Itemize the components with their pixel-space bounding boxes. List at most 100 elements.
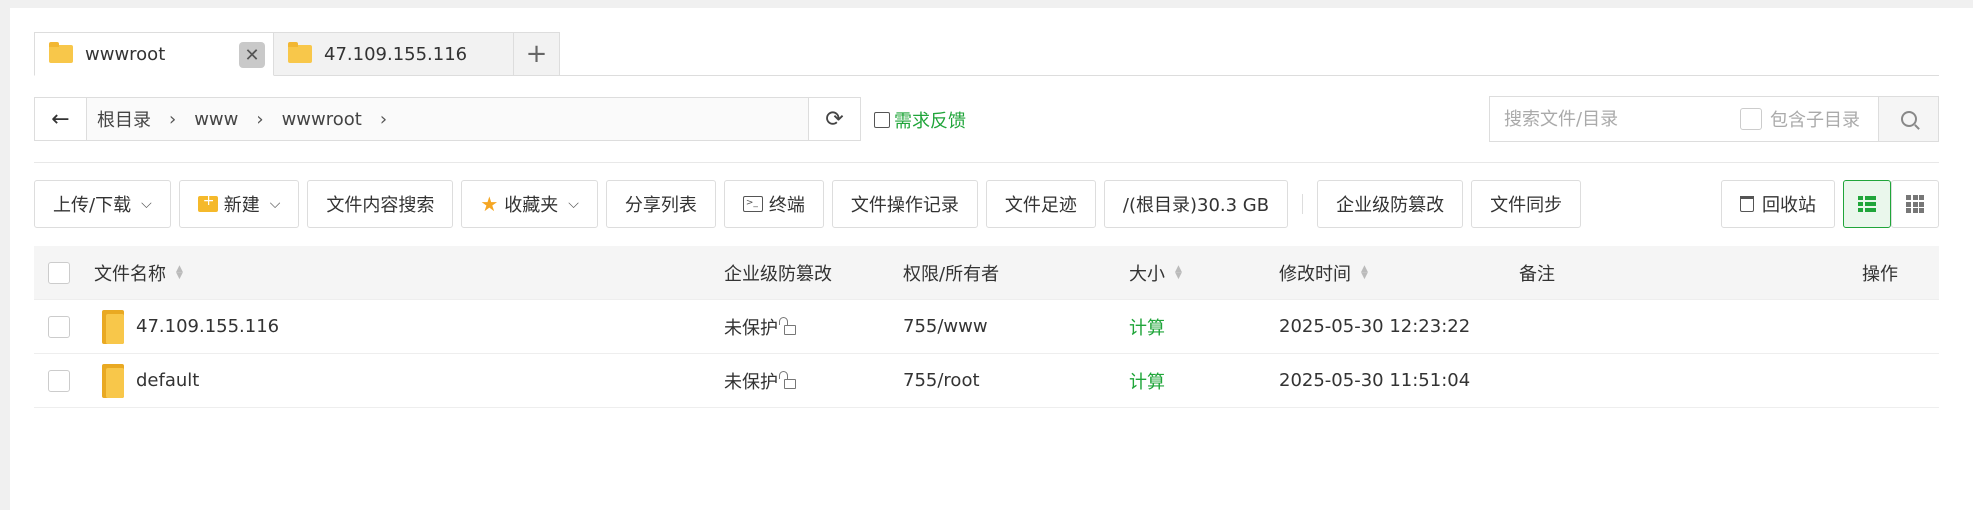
file-sync-button[interactable]: 文件同步 xyxy=(1471,180,1582,228)
feedback-label: 需求反馈 xyxy=(894,111,966,132)
tab-bar: wwwroot ✕ 47.109.155.116 + xyxy=(34,32,560,76)
grid-view-button[interactable] xyxy=(1891,180,1939,228)
chevron-down-icon: ⌵ xyxy=(141,196,152,212)
header-mtime[interactable]: 修改时间 ▲ ▼ xyxy=(1279,260,1368,286)
chevron-down-icon: ⌵ xyxy=(568,196,579,212)
breadcrumb[interactable]: 根目录 › www › wwwroot › xyxy=(87,98,808,140)
upload-download-button[interactable]: 上传/下载 ⌵ xyxy=(34,180,171,228)
include-subdir-toggle[interactable]: 包含子目录 xyxy=(1740,106,1860,132)
header-mtime-label: 修改时间 xyxy=(1279,263,1351,285)
permission-owner[interactable]: 755/www xyxy=(903,316,988,337)
disk-usage-button[interactable]: /(根目录)30.3 GB xyxy=(1103,180,1289,228)
search-button[interactable] xyxy=(1878,97,1938,141)
toolbar: 上传/下载 ⌵ 新建 ⌵ 文件内容搜索 ★ 收藏夹 ⌵ 分享列表 >_ 终端 文… xyxy=(34,180,1582,228)
star-icon: ★ xyxy=(480,192,499,216)
file-name-cell[interactable]: default xyxy=(94,363,199,398)
new-folder-icon xyxy=(197,193,218,212)
operation-log-button[interactable]: 文件操作记录 xyxy=(831,180,978,228)
refresh-button[interactable]: ⟳ xyxy=(808,98,860,140)
toolbar-separator xyxy=(1302,194,1304,214)
tab-label: 47.109.155.116 xyxy=(324,43,468,65)
folder-icon xyxy=(102,309,124,344)
breadcrumb-root[interactable]: 根目录 xyxy=(97,106,151,132)
tab-ip-folder[interactable]: 47.109.155.116 xyxy=(274,32,514,76)
content-search-button[interactable]: 文件内容搜索 xyxy=(307,180,454,228)
sort-icon[interactable]: ▲ ▼ xyxy=(1361,264,1368,280)
search-input[interactable] xyxy=(1490,97,1740,141)
tab-wwwroot[interactable]: wwwroot ✕ xyxy=(34,32,274,76)
recycle-label: 回收站 xyxy=(1762,195,1816,216)
header-size[interactable]: 大小 ▲ ▼ xyxy=(1129,260,1182,286)
include-subdir-checkbox[interactable] xyxy=(1740,108,1762,130)
table-header: 文件名称 ▲ ▼ 企业级防篡改 权限/所有者 大小 ▲ ▼ 修改时间 ▲ ▼ 备注 操… xyxy=(34,246,1939,300)
divider xyxy=(34,162,1939,163)
header-note: 备注 xyxy=(1519,263,1555,285)
terminal-button[interactable]: >_ 终端 xyxy=(723,180,824,228)
back-button[interactable]: ← xyxy=(35,98,87,140)
edit-icon xyxy=(874,112,890,128)
share-list-button[interactable]: 分享列表 xyxy=(605,180,716,228)
sort-icon[interactable]: ▲ ▼ xyxy=(1175,264,1182,280)
breadcrumb-wwwroot[interactable]: wwwroot xyxy=(282,109,362,130)
file-name[interactable]: 47.109.155.116 xyxy=(136,316,279,337)
protect-status[interactable]: 未保护 xyxy=(724,368,796,394)
unlock-icon xyxy=(779,316,796,335)
row-checkbox[interactable] xyxy=(48,315,70,338)
header-perm: 权限/所有者 xyxy=(903,263,1000,285)
protect-label: 未保护 xyxy=(724,371,778,393)
file-table: 文件名称 ▲ ▼ 企业级防篡改 权限/所有者 大小 ▲ ▼ 修改时间 ▲ ▼ 备注 操… xyxy=(34,246,1939,408)
breadcrumb-www[interactable]: www xyxy=(194,109,238,130)
new-button[interactable]: 新建 ⌵ xyxy=(178,180,300,228)
protect-status[interactable]: 未保护 xyxy=(724,314,796,340)
favorites-label: 收藏夹 xyxy=(504,195,559,216)
right-toolbar: 回收站 xyxy=(1721,180,1939,228)
folder-icon xyxy=(288,42,312,63)
protect-label: 未保护 xyxy=(724,317,778,339)
close-tab-icon[interactable]: ✕ xyxy=(239,42,265,68)
footprint-button[interactable]: 文件足迹 xyxy=(985,180,1096,228)
sort-icon[interactable]: ▲ ▼ xyxy=(176,264,183,280)
select-all-checkbox[interactable] xyxy=(48,261,70,284)
terminal-label: 终端 xyxy=(768,195,805,216)
table-row[interactable]: 47.109.155.116 未保护 755/www 计算 2025-05-30… xyxy=(34,300,1939,354)
folder-icon xyxy=(49,42,73,63)
header-size-label: 大小 xyxy=(1129,263,1165,285)
path-bar: ← 根目录 › www › wwwroot › ⟳ xyxy=(34,97,861,141)
chevron-right-icon: › xyxy=(169,108,177,130)
chevron-right-icon: › xyxy=(256,108,264,130)
search-box: 包含子目录 xyxy=(1489,96,1939,142)
recycle-bin-button[interactable]: 回收站 xyxy=(1721,180,1835,228)
file-name-cell[interactable]: 47.109.155.116 xyxy=(94,309,279,344)
header-ops: 操作 xyxy=(1862,263,1898,285)
chevron-down-icon: ⌵ xyxy=(269,196,281,212)
file-name[interactable]: default xyxy=(136,370,199,391)
trash-icon xyxy=(1740,196,1754,212)
header-name[interactable]: 文件名称 ▲ ▼ xyxy=(94,260,183,286)
add-tab-button[interactable]: + xyxy=(514,32,560,76)
list-view-icon xyxy=(1858,196,1876,212)
feedback-link[interactable]: 需求反馈 xyxy=(874,107,966,133)
include-subdir-label: 包含子目录 xyxy=(1770,110,1860,131)
grid-view-icon xyxy=(1906,195,1924,213)
arrow-left-icon: ← xyxy=(51,106,70,132)
refresh-icon: ⟳ xyxy=(825,106,844,132)
modified-time: 2025-05-30 12:23:22 xyxy=(1279,316,1471,337)
new-label: 新建 xyxy=(223,195,260,216)
list-view-button[interactable] xyxy=(1843,180,1891,228)
unlock-icon xyxy=(779,370,796,389)
favorites-button[interactable]: ★ 收藏夹 ⌵ xyxy=(461,180,598,228)
tab-label: wwwroot xyxy=(85,43,166,65)
folder-icon xyxy=(102,363,124,398)
terminal-icon: >_ xyxy=(742,196,763,212)
calc-size-link[interactable]: 计算 xyxy=(1129,314,1165,340)
header-protect: 企业级防篡改 xyxy=(724,263,832,285)
tamper-protection-button[interactable]: 企业级防篡改 xyxy=(1317,180,1464,228)
search-icon xyxy=(1900,111,1917,127)
permission-owner[interactable]: 755/root xyxy=(903,370,980,391)
table-row[interactable]: default 未保护 755/root 计算 2025-05-30 11:51… xyxy=(34,354,1939,408)
upload-download-label: 上传/下载 xyxy=(53,195,132,216)
modified-time: 2025-05-30 11:51:04 xyxy=(1279,370,1471,391)
row-checkbox[interactable] xyxy=(48,369,70,392)
chevron-right-icon: › xyxy=(379,108,388,130)
calc-size-link[interactable]: 计算 xyxy=(1129,368,1165,394)
